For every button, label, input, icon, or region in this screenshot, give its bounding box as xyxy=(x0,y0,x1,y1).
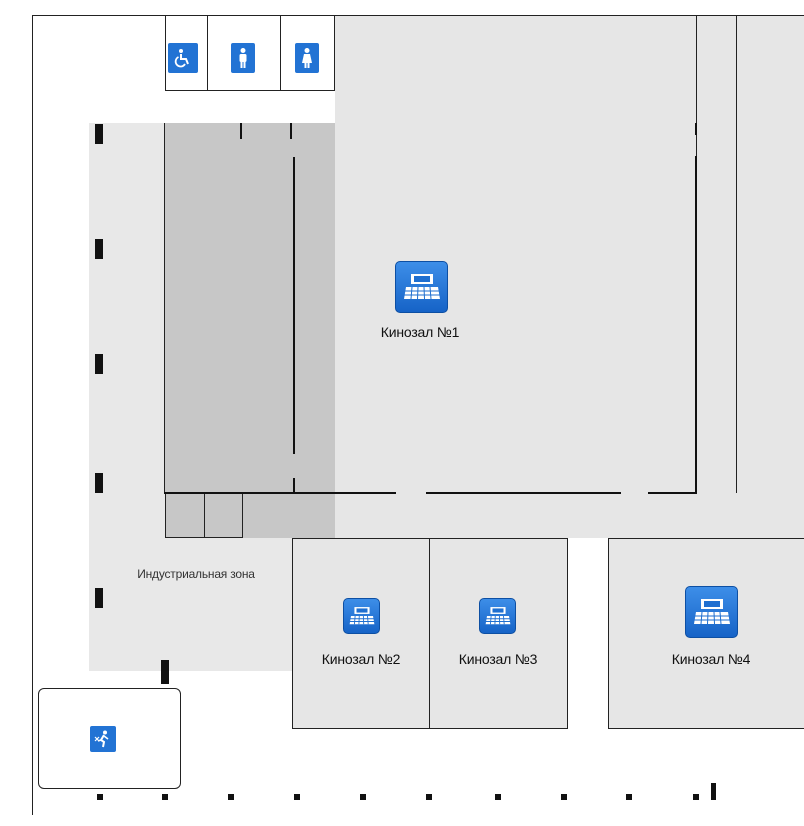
column xyxy=(161,660,169,684)
lobby-corridor xyxy=(335,493,804,538)
wall-segment xyxy=(695,156,697,493)
column xyxy=(95,473,103,493)
emergency-exit-icon[interactable] xyxy=(90,726,116,752)
hall-label[interactable]: Кинозал №3 xyxy=(459,651,538,667)
wall-segment xyxy=(164,492,396,494)
column xyxy=(228,794,234,800)
cinema-hall-icon[interactable] xyxy=(685,586,738,638)
wall-segment xyxy=(293,478,295,493)
column xyxy=(95,124,103,144)
cinema-hall-icon[interactable] xyxy=(395,261,448,313)
column xyxy=(426,794,432,800)
wall-segment xyxy=(648,492,697,494)
column xyxy=(360,794,366,800)
hall-1-area xyxy=(335,16,697,493)
wall-segment xyxy=(695,123,697,135)
column xyxy=(95,239,103,259)
floor-plan-map: Кинозал №1 Кинозал №2 Кинозал №3 Кинозал… xyxy=(0,0,804,826)
outer-wall-left xyxy=(32,15,33,815)
column xyxy=(711,783,716,800)
column xyxy=(495,794,501,800)
wall-segment xyxy=(293,157,295,454)
column xyxy=(97,794,103,800)
adjacent-room-right xyxy=(736,16,804,508)
restroom-divider xyxy=(207,15,208,91)
wheelchair-accessible-icon[interactable] xyxy=(168,43,198,73)
column xyxy=(626,794,632,800)
column xyxy=(95,354,103,374)
hall-label[interactable]: Кинозал №4 xyxy=(672,651,751,667)
cinema-hall-icon[interactable] xyxy=(343,598,380,634)
corridor-top-right xyxy=(697,16,737,508)
column xyxy=(294,794,300,800)
storage-block xyxy=(165,123,335,493)
hall-label[interactable]: Кинозал №2 xyxy=(322,651,401,667)
wall-segment xyxy=(290,123,292,139)
women-restroom-icon[interactable] xyxy=(295,43,319,73)
industrial-zone-label[interactable]: Индустриальная зона xyxy=(131,566,261,583)
column xyxy=(162,794,168,800)
restroom-divider xyxy=(280,15,281,91)
storage-cell xyxy=(204,493,243,538)
column xyxy=(693,794,699,800)
men-restroom-icon[interactable] xyxy=(231,43,255,73)
hall-label[interactable]: Кинозал №1 xyxy=(381,324,460,340)
wall-segment xyxy=(164,123,165,493)
storage-cell xyxy=(165,493,205,538)
column xyxy=(561,794,567,800)
cinema-hall-icon[interactable] xyxy=(479,598,516,634)
wall-segment xyxy=(240,123,242,139)
column xyxy=(95,588,103,608)
wall-segment xyxy=(426,492,621,494)
